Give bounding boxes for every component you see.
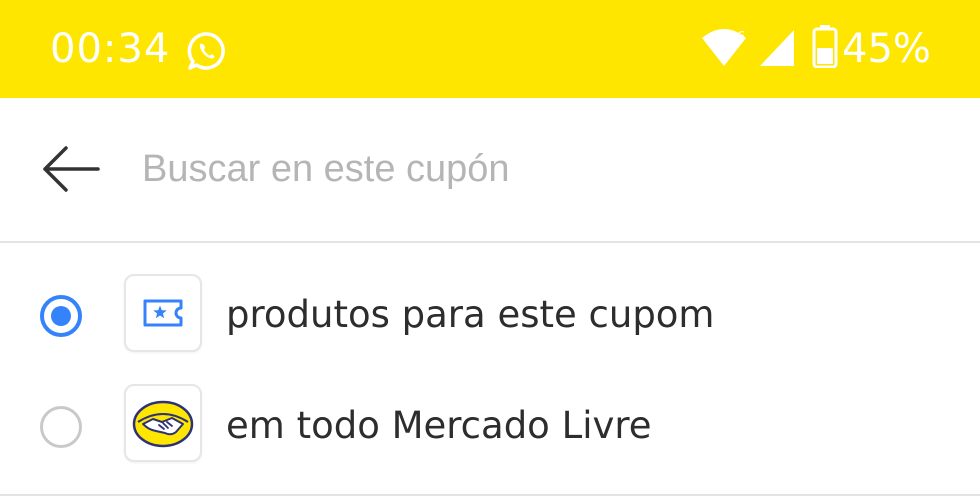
mercado-livre-logo-icon [132,400,194,448]
coupon-thumbnail [124,274,202,352]
coupon-icon [143,299,183,327]
divider [0,494,980,496]
battery-percent: 45% [842,26,931,72]
signal-icon [760,30,794,66]
option-all-mercado-livre[interactable]: em todo Mercado Livre [0,372,980,482]
battery-icon [812,25,838,68]
radio-selected[interactable] [40,295,82,337]
search-input[interactable] [142,138,942,200]
status-time: 00:34 [50,26,171,72]
option-label: produtos para este cupom [226,293,715,336]
search-bar [0,98,980,243]
wifi-icon: 6 [702,29,746,66]
radio-unselected[interactable] [40,406,82,448]
status-bar: 00:34 6 45% [0,0,980,98]
mercado-livre-thumbnail [124,384,202,462]
wifi-badge: 6 [737,30,745,45]
whatsapp-icon [187,32,225,70]
back-arrow-icon[interactable] [40,144,102,194]
option-this-coupon[interactable]: produtos para este cupom [0,260,980,370]
option-label: em todo Mercado Livre [226,404,652,447]
